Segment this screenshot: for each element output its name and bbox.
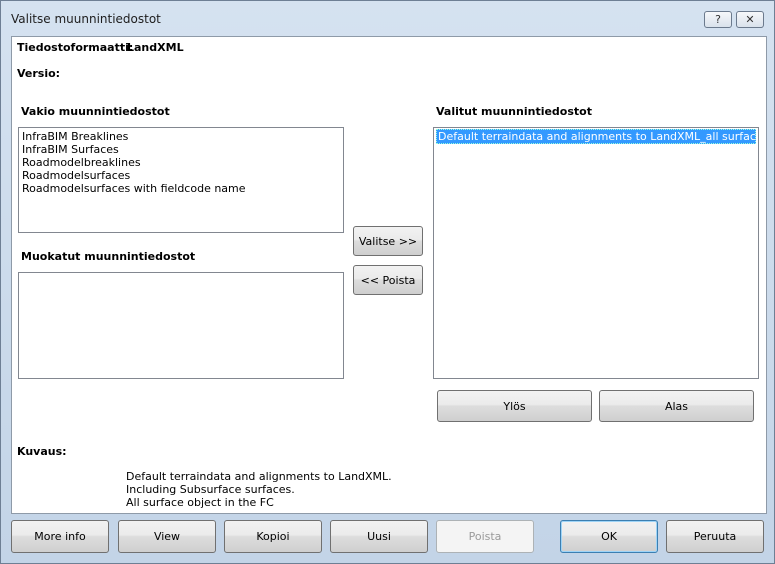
custom-converters-label: Muokatut muunnintiedostot — [21, 250, 196, 263]
description-line: Default terraindata and alignments to La… — [126, 470, 392, 483]
help-button[interactable]: ? — [704, 11, 732, 28]
list-item[interactable]: Roadmodelsurfaces with fieldcode name — [22, 182, 246, 195]
move-up-button[interactable]: Ylös — [437, 390, 592, 422]
copy-button[interactable]: Kopioi — [224, 520, 322, 553]
select-button[interactable]: Valitse >> — [353, 226, 423, 256]
dialog-window: Valitse muunnintiedostot ? ✕ Tiedostofor… — [0, 0, 775, 564]
more-info-button[interactable]: More info — [11, 520, 109, 553]
title-bar[interactable]: Valitse muunnintiedostot ? ✕ — [1, 1, 774, 35]
view-button[interactable]: View — [118, 520, 216, 553]
delete-button[interactable]: Poista — [436, 520, 534, 553]
description-label: Kuvaus: — [17, 445, 67, 458]
standard-converters-label: Vakio muunnintiedostot — [21, 105, 170, 118]
window-title: Valitse muunnintiedostot — [11, 12, 161, 26]
list-item[interactable]: Roadmodelsurfaces — [22, 169, 130, 182]
close-icon: ✕ — [745, 13, 755, 26]
custom-converters-list[interactable] — [18, 272, 344, 379]
version-label: Versio: — [17, 67, 61, 80]
remove-button[interactable]: << Poista — [353, 265, 423, 295]
list-item[interactable]: InfraBIM Breaklines — [22, 130, 128, 143]
selected-converters-label: Valitut muunnintiedostot — [436, 105, 592, 118]
new-button[interactable]: Uusi — [330, 520, 428, 553]
selected-list-item[interactable]: Default terraindata and alignments to La… — [436, 129, 758, 144]
list-item[interactable]: InfraBIM Surfaces — [22, 143, 119, 156]
standard-converters-list[interactable]: InfraBIM Breaklines InfraBIM Surfaces Ro… — [18, 127, 344, 233]
selected-converters-list[interactable]: Default terraindata and alignments to La… — [433, 127, 759, 379]
description-line: Including Subsurface surfaces. — [126, 483, 295, 496]
description-line: All surface object in the FC — [126, 496, 274, 509]
ok-button[interactable]: OK — [560, 520, 658, 553]
format-value: LandXML — [127, 41, 184, 54]
format-label: Tiedostoformaatti: — [17, 41, 134, 54]
move-down-button[interactable]: Alas — [599, 390, 754, 422]
list-item[interactable]: Roadmodelbreaklines — [22, 156, 141, 169]
cancel-button[interactable]: Peruuta — [666, 520, 764, 553]
close-button[interactable]: ✕ — [736, 11, 764, 28]
dialog-content: Tiedostoformaatti: LandXML Versio: Vakio… — [11, 36, 767, 514]
